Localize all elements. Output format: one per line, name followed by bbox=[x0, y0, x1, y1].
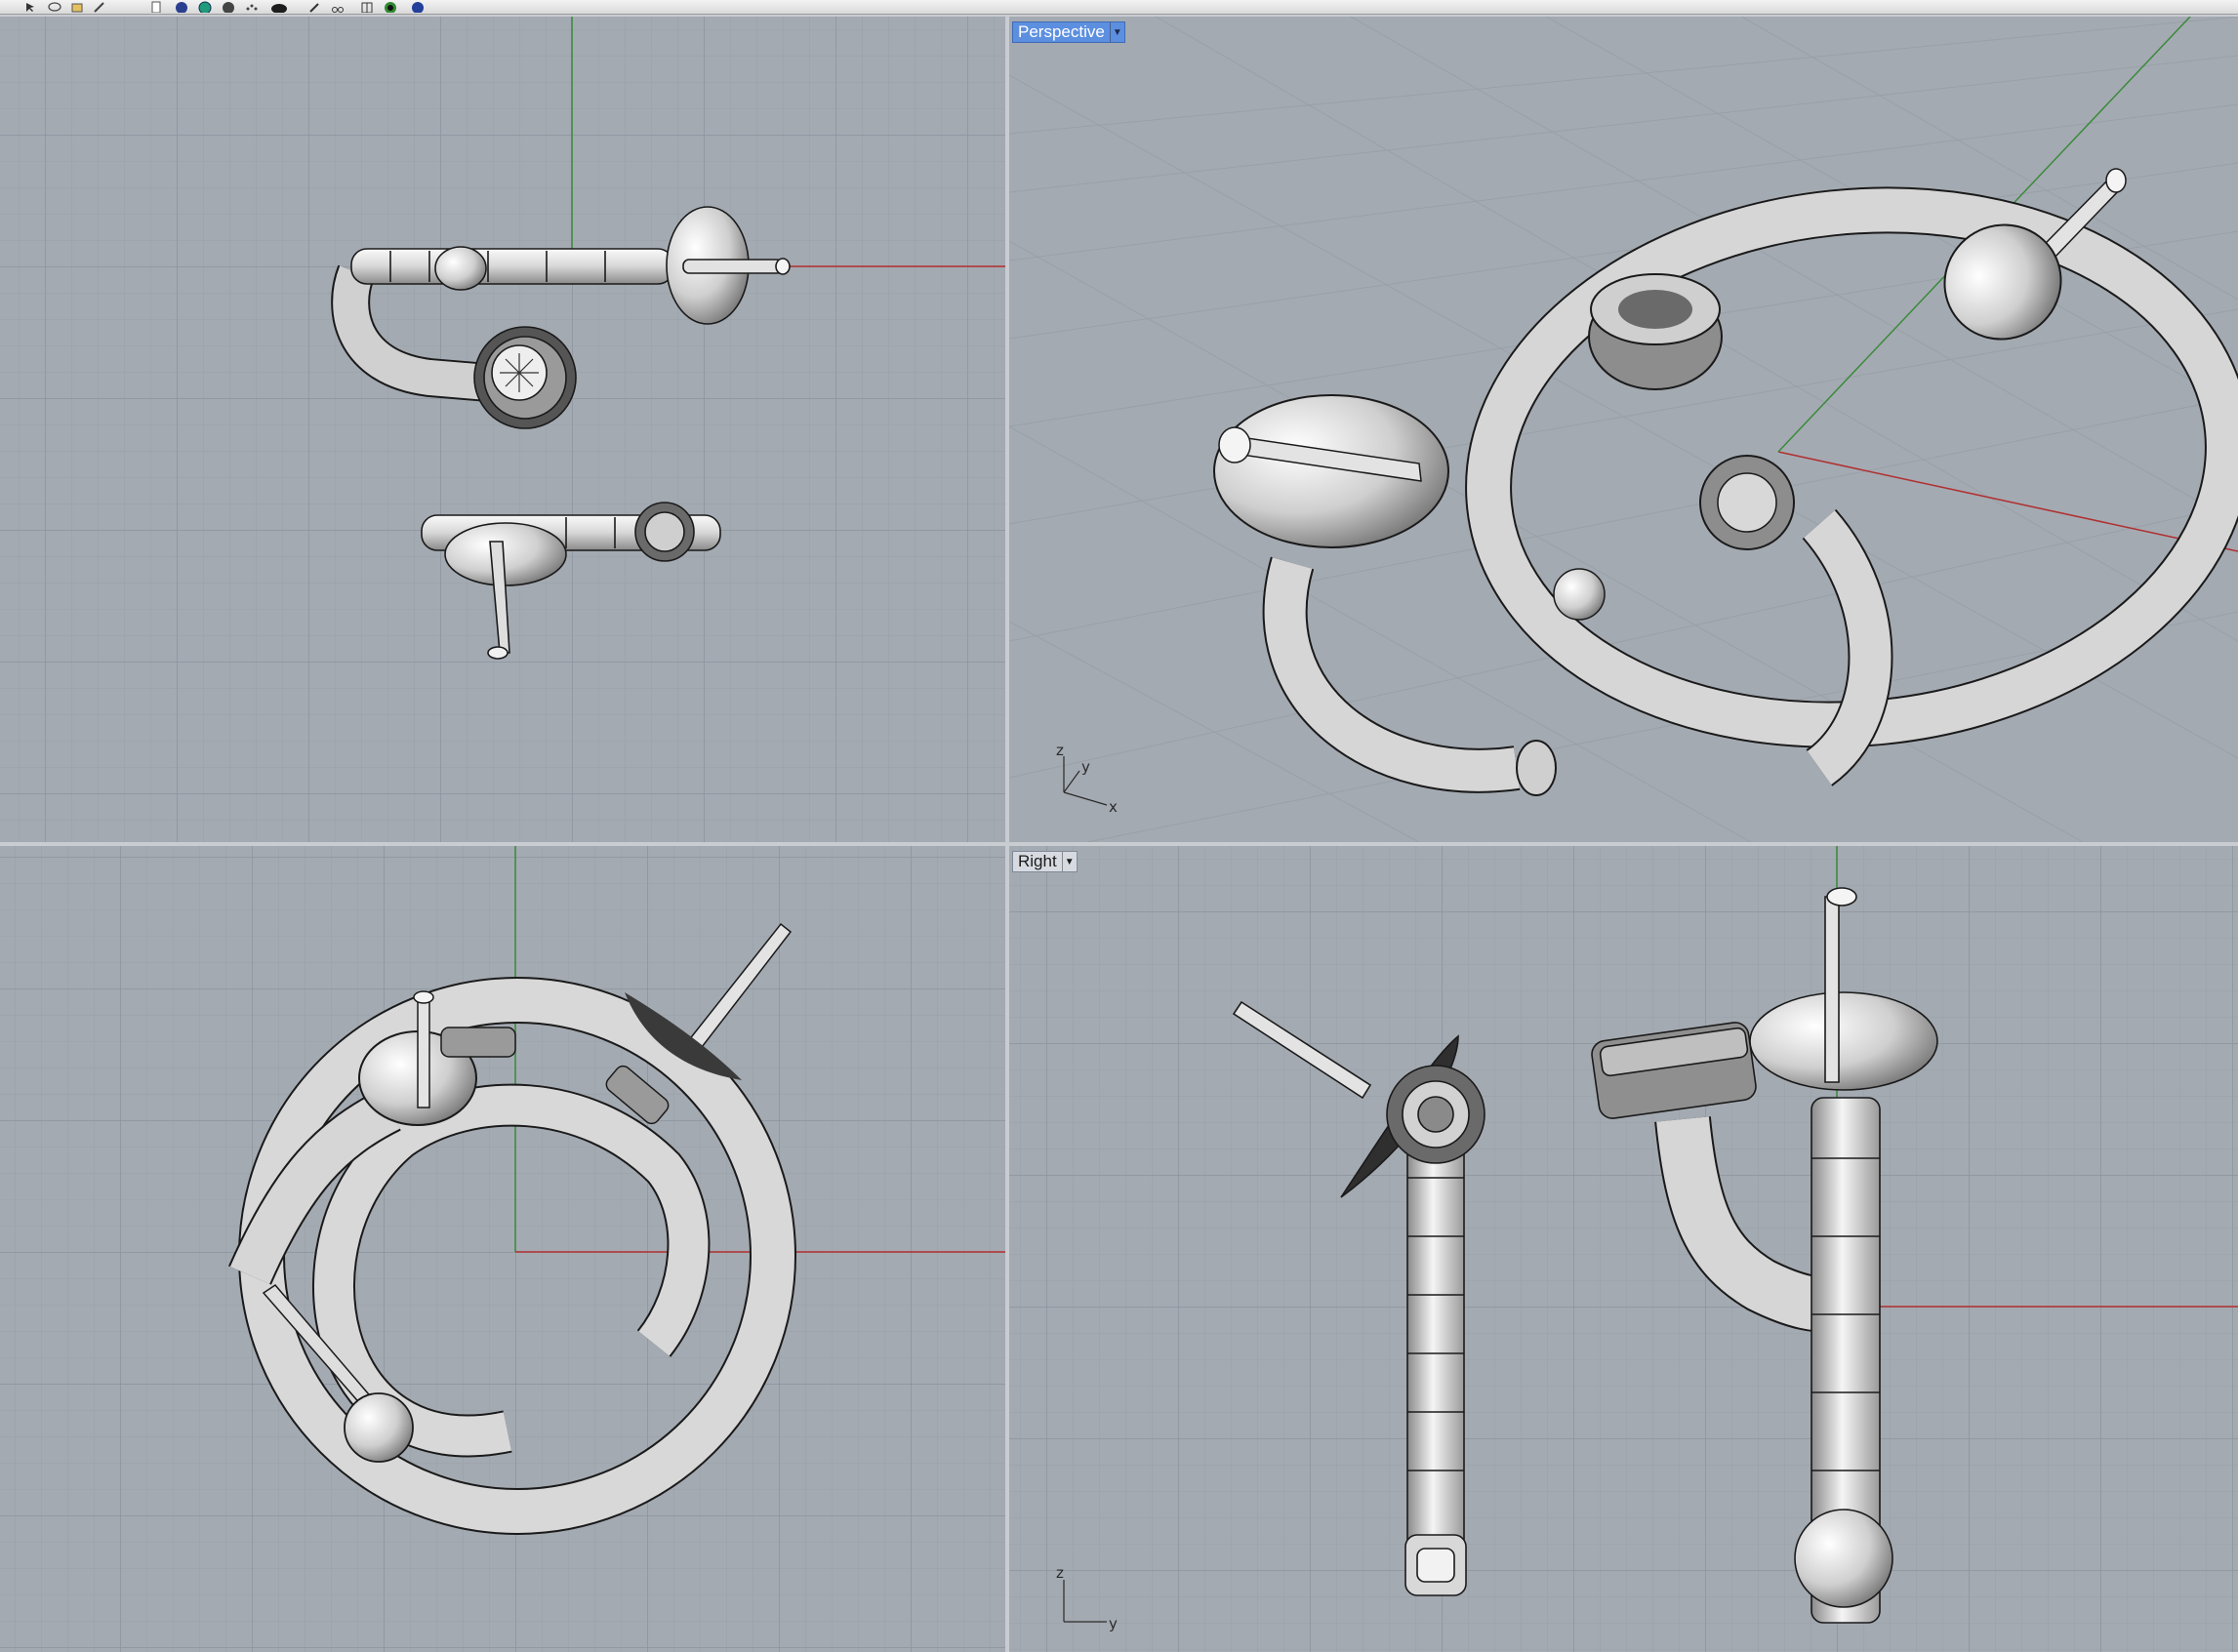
select-icon[interactable] bbox=[21, 0, 41, 13]
front-viewport[interactable] bbox=[0, 846, 1005, 1652]
right-viewport-grid: z y bbox=[1009, 846, 2238, 1652]
viewport-title-label: Perspective bbox=[1018, 22, 1105, 41]
perspective-viewport-title[interactable]: Perspective ▼ bbox=[1012, 21, 1125, 43]
perspective-viewport-grid: z y x bbox=[1009, 17, 2238, 842]
scissors-icon[interactable] bbox=[328, 0, 347, 13]
material-ball-icon[interactable] bbox=[269, 0, 289, 13]
layer-icon[interactable] bbox=[68, 0, 88, 13]
help-icon[interactable] bbox=[408, 0, 427, 13]
points-icon[interactable] bbox=[242, 0, 262, 13]
axis-y-label: y bbox=[1081, 758, 1090, 776]
document-icon[interactable] bbox=[146, 0, 166, 13]
toolbar bbox=[0, 0, 2238, 15]
globe-icon[interactable] bbox=[195, 0, 215, 13]
right-viewport[interactable]: z y Right ▼ bbox=[1009, 846, 2238, 1652]
render-sphere-icon[interactable] bbox=[172, 0, 191, 13]
lasso-icon[interactable] bbox=[45, 0, 64, 13]
right-viewport-title[interactable]: Right ▼ bbox=[1012, 851, 1078, 872]
grid-icon[interactable] bbox=[357, 0, 377, 13]
perspective-viewport[interactable]: z y x Perspective ▼ bbox=[1009, 17, 2238, 842]
pencil-icon[interactable] bbox=[90, 0, 109, 13]
axis-x-label: x bbox=[1109, 798, 1118, 816]
axis-z-label: z bbox=[1056, 742, 1064, 759]
dropdown-arrow-icon[interactable]: ▼ bbox=[1061, 852, 1077, 871]
top-viewport[interactable] bbox=[0, 17, 1005, 842]
dropdown-arrow-icon[interactable]: ▼ bbox=[1109, 22, 1124, 42]
top-viewport-grid bbox=[0, 17, 1005, 842]
cut-icon[interactable] bbox=[306, 0, 326, 13]
front-viewport-grid bbox=[0, 846, 1005, 1652]
axis-y-label: y bbox=[1109, 1615, 1118, 1632]
plugin-icon[interactable] bbox=[381, 0, 400, 13]
viewport-title-label: Right bbox=[1018, 852, 1057, 870]
axis-z-label: z bbox=[1056, 1564, 1064, 1582]
shade-icon[interactable] bbox=[219, 0, 238, 13]
